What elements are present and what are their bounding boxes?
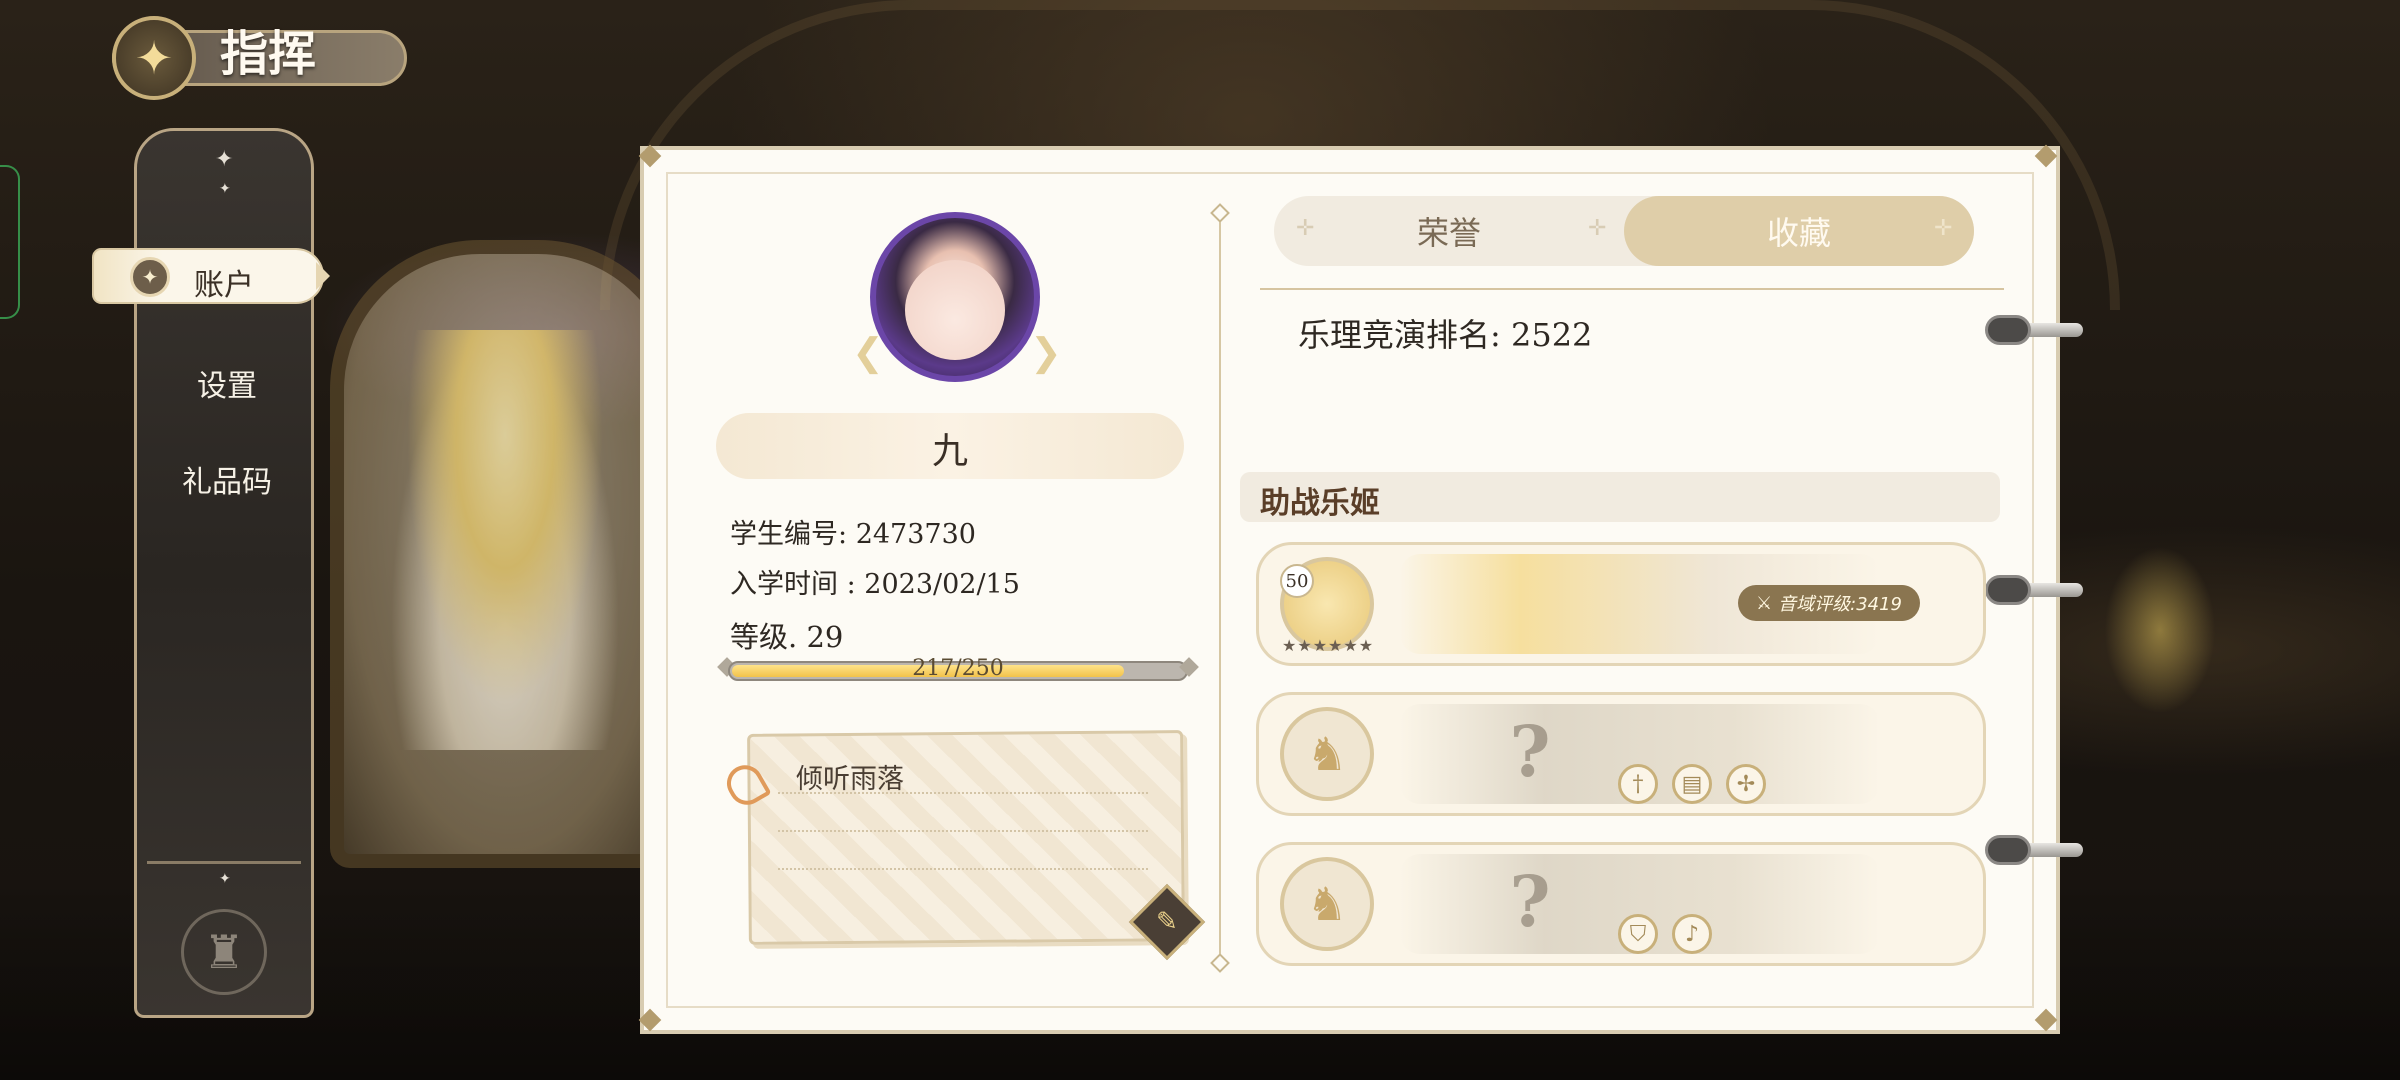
claw-icon: ❮ [852, 330, 884, 374]
claw-icon: ❯ [1030, 330, 1062, 374]
account-icon: ✦ [130, 257, 170, 297]
sidebar-item-settings[interactable]: 设置 [137, 361, 317, 405]
enroll-date-row: 入学时间 : 2023/02/15 [730, 562, 1020, 601]
enroll-date-value: 2023/02/15 [864, 569, 1020, 600]
ranking-value: 2522 [1510, 316, 1593, 354]
support-title: 助战乐姬 [1260, 486, 1380, 521]
book-icon: ▤ [1672, 764, 1712, 804]
note-line [778, 830, 1148, 832]
tab-collection[interactable]: 收藏 [1624, 196, 1974, 266]
harp-icon: ♪ [1672, 914, 1712, 954]
sword-icon: † [1618, 764, 1658, 804]
active-indicator [316, 262, 330, 290]
character-level: 50 [1280, 564, 1314, 598]
xp-text: 217/250 [912, 656, 1004, 681]
director-emblem-icon[interactable]: ✦ [112, 16, 196, 100]
binder-ring [1985, 835, 2031, 865]
star-icon: ✦ [219, 871, 231, 887]
star-icon: ✦ [215, 147, 234, 172]
edge-tab[interactable] [0, 165, 20, 319]
student-id-value: 2473730 [855, 519, 976, 550]
lute-icon: ♞ [1280, 857, 1374, 951]
binder-ring [1985, 575, 2031, 605]
star-icon: ✦ [219, 181, 231, 197]
column-divider [1219, 210, 1221, 970]
shield-icon: ⛉ [1618, 914, 1658, 954]
level-value: 29 [806, 620, 844, 654]
level-row: 等级. 29 [730, 614, 843, 656]
student-id-label: 学生编号: [730, 519, 848, 550]
enroll-date-label: 入学时间 : [730, 569, 856, 600]
plus-ornament: ✛ [1296, 216, 1315, 241]
crest-icon: ♜ [181, 909, 267, 995]
student-id-row: 学生编号: 2473730 [730, 512, 976, 551]
ranking-row: 乐理竞演排名: 2522 [1298, 310, 1592, 356]
page-title: 指挥 [220, 26, 317, 82]
signature-text: 倾听雨落 [796, 764, 904, 795]
sidebar-item-gift-code[interactable]: 礼品码 [137, 457, 317, 501]
tab-underline [1260, 288, 2004, 290]
divider [147, 861, 301, 864]
question-icon: ? [1509, 859, 1551, 943]
tab-honor[interactable]: 荣誉 [1274, 196, 1624, 266]
background-lamp [2100, 540, 2220, 720]
plus-ornament: ✛ [1588, 216, 1607, 241]
plus-ornament: ✛ [1934, 216, 1953, 241]
sidebar-item-label: 账户 [194, 268, 254, 303]
bow-icon: ✢ [1726, 764, 1766, 804]
rating-badge: ⚔ 音域评级:3419 [1738, 585, 1920, 621]
question-icon: ? [1509, 709, 1551, 793]
rating-text: 音域评级:3419 [1778, 594, 1902, 615]
avatar-face [905, 260, 1005, 360]
note-line [778, 868, 1148, 870]
sword-icon: ⚔ [1755, 592, 1773, 614]
ranking-label: 乐理竞演排名: [1298, 316, 1501, 354]
binder-ring [1985, 315, 2031, 345]
level-label: 等级. [730, 620, 798, 654]
background-character [390, 330, 620, 750]
player-name: 九 [931, 431, 968, 472]
star-rating: ★★★★★★ [1282, 636, 1375, 655]
lute-icon: ♞ [1280, 707, 1374, 801]
